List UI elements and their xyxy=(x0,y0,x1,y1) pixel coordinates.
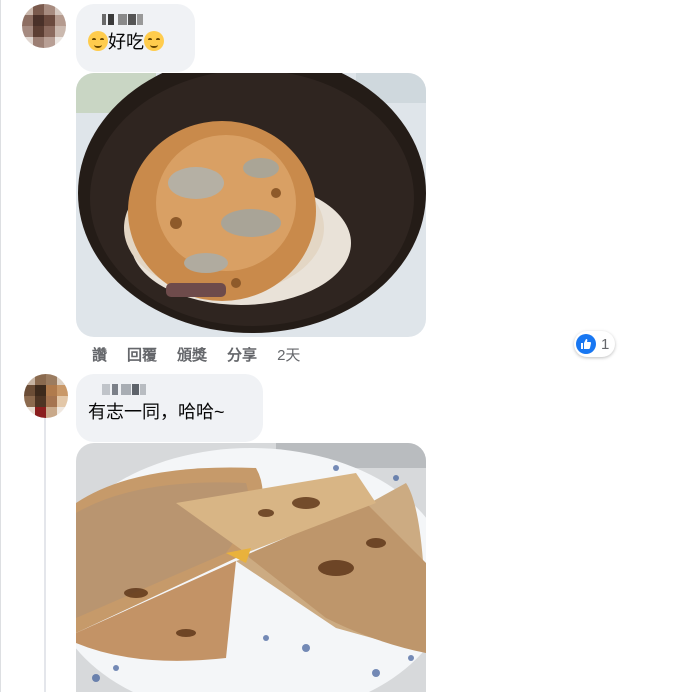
page-edge xyxy=(0,0,1,692)
comment-text: 好吃 xyxy=(88,31,183,53)
smiling-face-icon xyxy=(88,31,108,51)
comment-timestamp[interactable]: 2天 xyxy=(277,344,300,365)
commenter-name-redacted[interactable] xyxy=(88,382,251,397)
reaction-count: 1 xyxy=(601,335,610,353)
smiling-face-icon xyxy=(144,31,164,51)
reply-thread-line xyxy=(44,415,46,692)
like-action[interactable]: 讚 xyxy=(92,344,107,365)
reply-action[interactable]: 回覆 xyxy=(127,344,157,365)
share-action[interactable]: 分享 xyxy=(227,344,257,365)
like-icon xyxy=(576,334,596,354)
award-action[interactable]: 頒獎 xyxy=(177,344,207,365)
commenter-name-redacted[interactable] xyxy=(88,12,183,27)
reaction-summary[interactable]: 1 xyxy=(574,331,616,357)
comment-text: 有志一同，哈哈~ xyxy=(88,402,225,422)
avatar[interactable] xyxy=(24,374,68,418)
comment-bubble: 好吃 xyxy=(76,4,195,72)
comment-photo[interactable] xyxy=(76,443,426,692)
avatar[interactable] xyxy=(22,4,66,48)
comment-photo[interactable] xyxy=(76,73,426,337)
comment-bubble: 有志一同，哈哈~ xyxy=(76,374,263,442)
pan-flatbread-image xyxy=(76,73,426,337)
comment-actions: 讚 回覆 頒獎 分享 2天 xyxy=(92,344,320,365)
sliced-flatbread-image xyxy=(76,443,426,692)
